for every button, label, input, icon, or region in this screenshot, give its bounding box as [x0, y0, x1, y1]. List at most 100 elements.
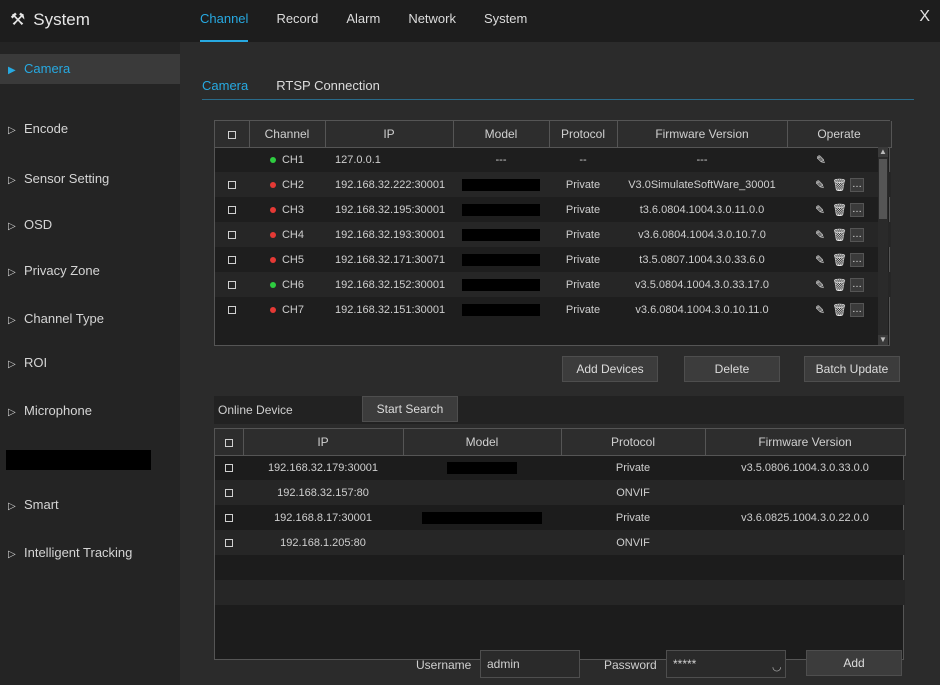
sidebar-item-intelligent-tracking[interactable]: ▷ Intelligent Tracking [0, 538, 180, 568]
sidebar-item-camera[interactable]: ▶ Camera [0, 54, 180, 84]
select-all-checkbox[interactable] [215, 121, 250, 148]
redacted-block [462, 203, 540, 216]
protocol-cell: Private [615, 461, 651, 474]
row-checkbox[interactable] [215, 272, 249, 297]
table-row[interactable]: CH4 192.168.32.193:30001 Private v3.6.0804.… [215, 222, 891, 247]
sidebar-item-osd[interactable]: ▷ OSD [0, 210, 180, 240]
username-label: Username [416, 658, 472, 672]
table-row[interactable]: 192.168.1.205:80 ONVIF [215, 530, 905, 555]
ip-cell: 192.168.1.205:80 [243, 530, 403, 555]
table-row[interactable]: CH5 192.168.32.171:30071 Private t3.5.0807.… [215, 247, 891, 272]
password-label: Password [604, 658, 657, 672]
table-row[interactable]: CH1 127.0.0.1 --- -- --- ✎ [215, 147, 891, 172]
row-checkbox[interactable] [215, 147, 249, 172]
username-field[interactable]: admin [480, 650, 580, 678]
ip-cell: 192.168.32.222:30001 [325, 172, 453, 197]
edit-icon[interactable]: ✎ [814, 303, 826, 317]
tab-system[interactable]: System [484, 0, 527, 42]
scroll-thumb[interactable] [879, 159, 887, 219]
add-devices-button[interactable]: Add Devices [562, 356, 658, 382]
password-field[interactable]: ***** [666, 650, 786, 678]
edit-icon[interactable]: ✎ [814, 203, 826, 217]
batch-update-button[interactable]: Batch Update [804, 356, 900, 382]
sidebar-item-channel-type[interactable]: ▷ Channel Type [0, 304, 180, 334]
show-password-icon[interactable]: ◡ [772, 660, 782, 673]
sidebar-item-roi[interactable]: ▷ ROI [0, 348, 180, 378]
row-checkbox[interactable] [215, 530, 243, 555]
edit-icon[interactable]: ✎ [815, 153, 827, 167]
status-dot-icon [269, 306, 276, 313]
camera-table-scrollbar[interactable]: ▲ ▼ [878, 147, 888, 345]
row-checkbox[interactable] [215, 505, 243, 530]
sidebar-item-smart[interactable]: ▷ Smart [0, 490, 180, 520]
more-icon[interactable]: … [850, 277, 864, 292]
subtab-rtsp-connection[interactable]: RTSP Connection [276, 78, 380, 99]
edit-icon[interactable]: ✎ [814, 278, 826, 292]
camera-table: Channel IP Model Protocol Firmware Versi… [214, 120, 892, 346]
more-icon[interactable]: … [850, 177, 864, 192]
row-checkbox[interactable] [215, 247, 249, 272]
more-icon[interactable]: … [850, 202, 864, 217]
table-row[interactable]: 192.168.32.179:30001 Private v3.5.0806.100… [215, 455, 905, 480]
edit-icon[interactable]: ✎ [814, 178, 826, 192]
tab-alarm[interactable]: Alarm [346, 0, 380, 42]
edit-icon[interactable]: ✎ [814, 228, 826, 242]
operate-cell: ✎ 🗑… [787, 297, 891, 322]
row-checkbox[interactable] [215, 222, 249, 247]
ip-cell: 192.168.32.151:30001 [335, 303, 446, 316]
online-select-all-checkbox[interactable] [215, 429, 244, 456]
trash-icon[interactable]: 🗑 [832, 228, 847, 242]
sidebar-item-privacy-zone[interactable]: ▷ Privacy Zone [0, 256, 180, 286]
tab-channel[interactable]: Channel [200, 0, 249, 42]
online-grid: IP Model Protocol Firmware Version 192.1… [215, 429, 906, 605]
trash-icon[interactable]: 🗑 [832, 278, 847, 292]
more-icon[interactable]: … [850, 302, 864, 317]
close-icon[interactable]: X [919, 8, 930, 26]
sidebar-item-microphone[interactable]: ▷ Microphone [0, 396, 180, 426]
add-button[interactable]: Add [806, 650, 902, 676]
status-dot-icon [269, 206, 276, 213]
more-icon[interactable]: … [850, 252, 864, 267]
online-col-firmware: Firmware Version [705, 429, 906, 456]
start-search-button[interactable]: Start Search [362, 396, 458, 422]
table-row[interactable]: CH6 192.168.32.152:30001 Private v3.5.0804.… [215, 272, 891, 297]
online-col-model: Model [403, 429, 562, 456]
firmware-cell: V3.0SimulateSoftWare_30001 [617, 172, 787, 197]
main-panel: Camera RTSP Connection Channel IP Model … [180, 42, 940, 685]
tab-network[interactable]: Network [408, 0, 456, 42]
trash-icon[interactable]: 🗑 [832, 203, 847, 217]
sidebar-item-encode[interactable]: ▷ Encode [0, 114, 180, 144]
row-checkbox[interactable] [215, 455, 243, 480]
trash-icon[interactable]: 🗑 [832, 303, 847, 317]
more-icon[interactable]: … [850, 227, 864, 242]
table-row[interactable]: 192.168.8.17:30001 Private v3.6.0825.1004.… [215, 505, 905, 530]
row-checkbox[interactable] [215, 172, 249, 197]
protocol-cell: Private [549, 272, 617, 297]
row-checkbox[interactable] [215, 197, 249, 222]
table-row[interactable]: CH3 192.168.32.195:30001 Private t3.6.0804.… [215, 197, 891, 222]
firmware-cell: --- [696, 153, 708, 166]
trash-icon[interactable]: 🗑 [832, 253, 847, 267]
firmware-cell: v3.6.0825.1004.3.0.22.0.0 [741, 511, 869, 524]
row-checkbox[interactable] [215, 297, 249, 322]
tab-record[interactable]: Record [276, 0, 318, 42]
trash-icon[interactable]: 🗑 [832, 178, 847, 192]
redacted-block [422, 511, 542, 524]
table-row[interactable]: 192.168.32.157:80 ONVIF [215, 480, 905, 505]
scroll-down-icon[interactable]: ▼ [878, 335, 888, 345]
table-row[interactable]: CH7 192.168.32.151:30001 Private v3.6.0804.… [215, 297, 891, 322]
edit-icon[interactable]: ✎ [814, 253, 826, 267]
camera-table-header: Channel IP Model Protocol Firmware Versi… [215, 121, 892, 148]
redacted-block [462, 178, 540, 191]
sidebar-item-sensor-setting[interactable]: ▷ Sensor Setting [0, 164, 180, 194]
delete-button[interactable]: Delete [684, 356, 780, 382]
table-row[interactable]: CH2 192.168.32.222:30001 Private V3.0Simula… [215, 172, 891, 197]
model-cell [453, 172, 549, 197]
app-title-label: System [33, 10, 90, 29]
online-col-protocol: Protocol [561, 429, 706, 456]
subtab-camera[interactable]: Camera [202, 78, 248, 99]
triangle-right-icon: ▷ [8, 315, 16, 326]
scroll-up-icon[interactable]: ▲ [878, 147, 888, 157]
row-checkbox[interactable] [215, 480, 243, 505]
protocol-cell: ONVIF [561, 480, 705, 505]
